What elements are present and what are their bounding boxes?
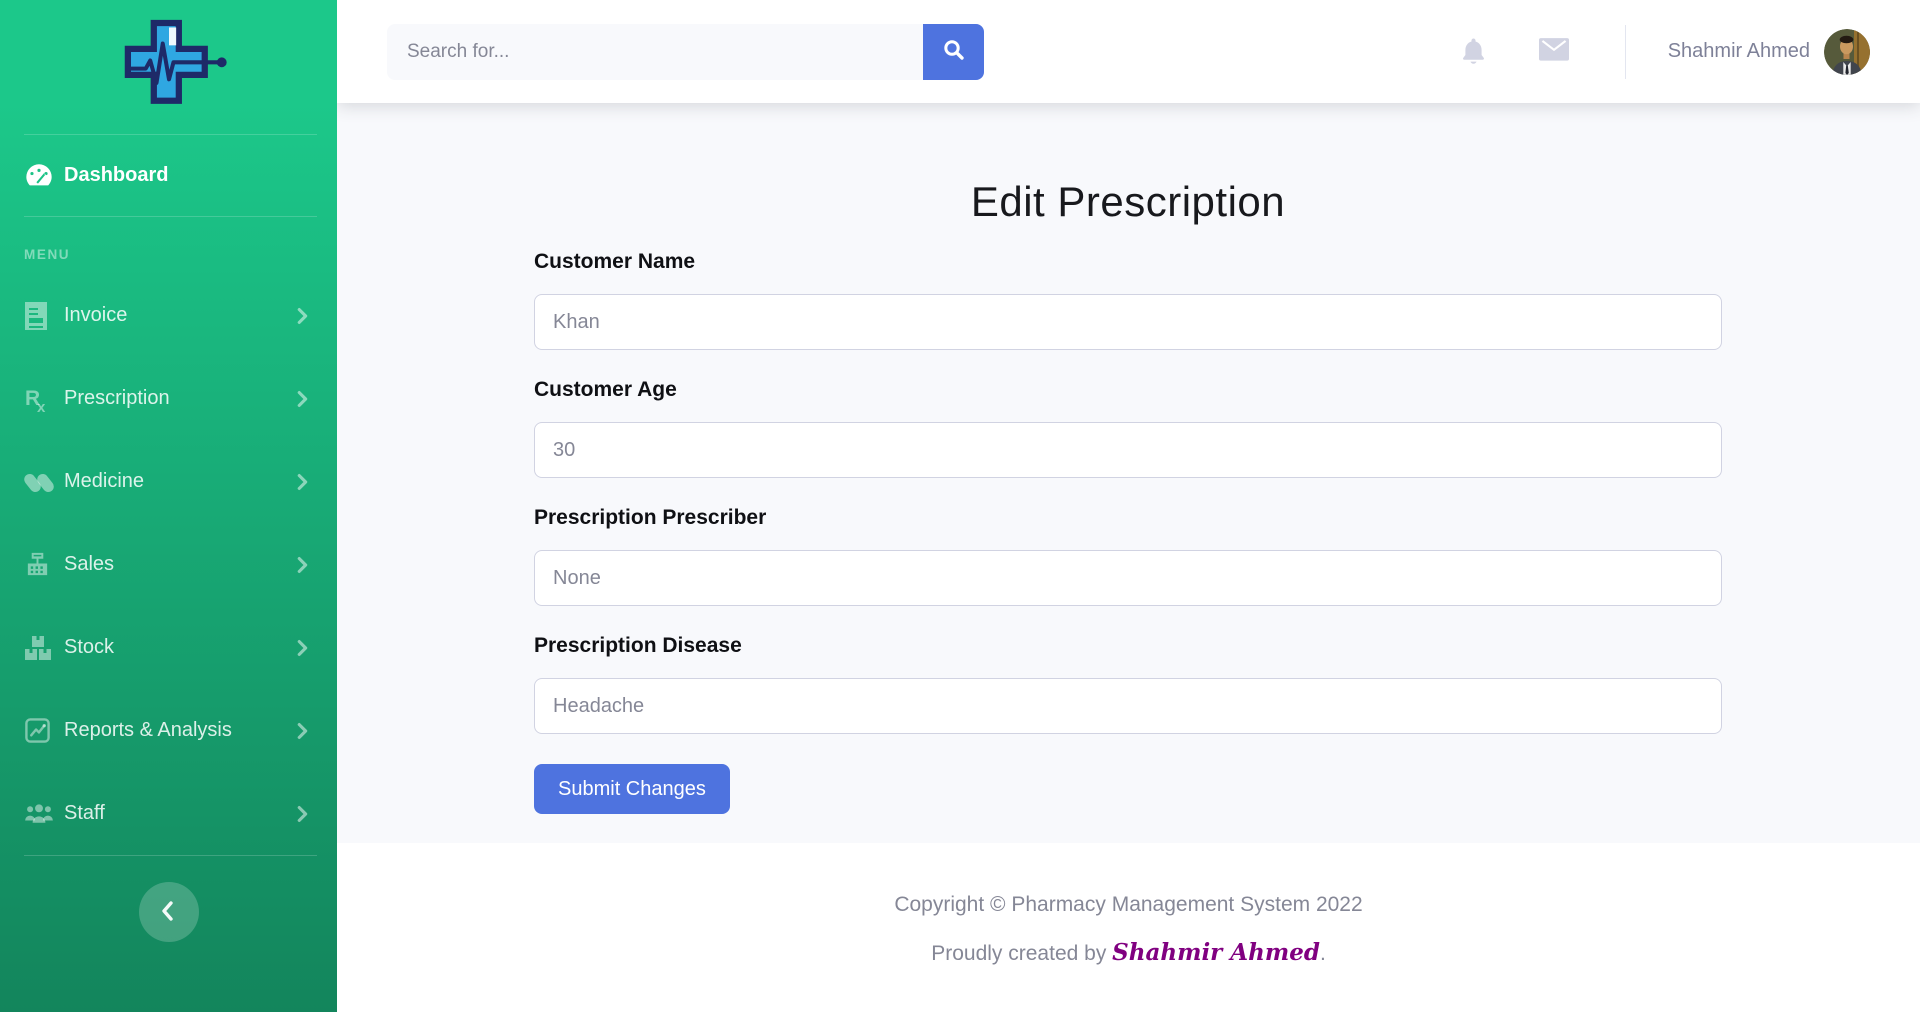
sidebar-item-label: Medicine (64, 470, 144, 493)
credit-suffix: . (1320, 942, 1326, 965)
chevron-right-icon (291, 471, 313, 493)
svg-text:x: x (37, 399, 46, 413)
divider (24, 855, 317, 856)
edit-prescription-form: Edit Prescription Customer Name Customer… (534, 103, 1722, 814)
customer-name-input[interactable] (534, 294, 1722, 350)
sidebar: Dashboard MENU Invoice R x Prescription (0, 0, 337, 1012)
main-content: Edit Prescription Customer Name Customer… (337, 103, 1920, 843)
search-icon (942, 38, 966, 65)
rx-icon: R x (24, 385, 60, 413)
chevron-right-icon (291, 554, 313, 576)
sidebar-item-label: Invoice (64, 304, 127, 327)
sidebar-item-dashboard[interactable]: Dashboard (0, 135, 337, 216)
sidebar-item-reports[interactable]: Reports & Analysis (0, 689, 337, 772)
prescription-disease-input[interactable] (534, 678, 1722, 734)
pharmacy-logo-icon (110, 18, 228, 117)
sidebar-item-stock[interactable]: Stock (0, 606, 337, 689)
sidebar-item-prescription[interactable]: R x Prescription (0, 357, 337, 440)
chart-area-icon (24, 717, 60, 744)
sidebar-nav: Invoice R x Prescription (0, 274, 337, 855)
sidebar-item-label: Staff (64, 802, 105, 825)
credit-text: Proudly created by Shahmir Ahmed. (337, 939, 1920, 966)
boxes-icon (24, 635, 60, 661)
search-button[interactable] (923, 24, 984, 80)
bell-icon (1460, 36, 1487, 68)
search-form (387, 24, 984, 80)
brand-link[interactable] (0, 0, 337, 134)
sidebar-item-label: Sales (64, 553, 114, 576)
search-input[interactable] (387, 24, 923, 80)
topbar: Shahmir Ahmed (337, 0, 1920, 103)
chevron-right-icon (291, 305, 313, 327)
customer-age-input[interactable] (534, 422, 1722, 478)
chevron-left-icon (156, 898, 182, 927)
sidebar-collapse-button[interactable] (139, 882, 199, 942)
sidebar-item-invoice[interactable]: Invoice (0, 274, 337, 357)
customer-age-label: Customer Age (534, 378, 1722, 402)
envelope-icon (1539, 38, 1569, 65)
prescription-prescriber-input[interactable] (534, 550, 1722, 606)
prescription-disease-label: Prescription Disease (534, 634, 1722, 658)
chevron-right-icon (291, 803, 313, 825)
messages-button[interactable] (1539, 38, 1569, 65)
users-icon (24, 802, 60, 825)
submit-changes-button[interactable]: Submit Changes (534, 764, 730, 814)
sidebar-item-label: Prescription (64, 387, 170, 410)
notifications-button[interactable] (1460, 36, 1487, 68)
tachometer-icon (24, 162, 60, 189)
user-avatar (1824, 29, 1870, 75)
sidebar-item-staff[interactable]: Staff (0, 772, 337, 855)
customer-name-label: Customer Name (534, 250, 1722, 274)
file-invoice-icon (24, 301, 60, 331)
sidebar-item-label: Dashboard (64, 164, 168, 187)
pills-icon (24, 469, 60, 495)
sidebar-item-medicine[interactable]: Medicine (0, 440, 337, 523)
footer: Copyright © Pharmacy Management System 2… (337, 843, 1920, 1012)
chevron-right-icon (291, 720, 313, 742)
copyright-text: Copyright © Pharmacy Management System 2… (337, 893, 1920, 917)
sidebar-menu-heading: MENU (0, 217, 337, 274)
prescription-prescriber-label: Prescription Prescriber (534, 506, 1722, 530)
topbar-divider (1625, 25, 1626, 79)
user-menu[interactable]: Shahmir Ahmed (1668, 29, 1870, 75)
chevron-right-icon (291, 637, 313, 659)
credit-prefix: Proudly created by (931, 942, 1112, 965)
credit-author: Shahmir Ahmed (1112, 939, 1320, 966)
sidebar-item-label: Stock (64, 636, 114, 659)
page-title: Edit Prescription (534, 103, 1722, 226)
cash-register-icon (24, 551, 60, 578)
sidebar-item-sales[interactable]: Sales (0, 523, 337, 606)
sidebar-item-label: Reports & Analysis (64, 719, 232, 742)
chevron-right-icon (291, 388, 313, 410)
username-label: Shahmir Ahmed (1668, 40, 1810, 63)
